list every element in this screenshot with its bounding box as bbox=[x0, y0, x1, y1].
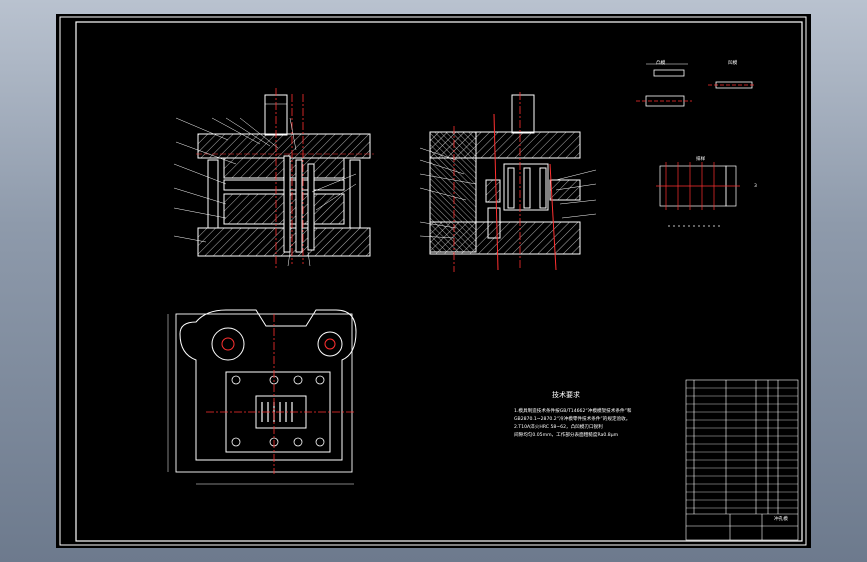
tech-requirement-line-1: 1.模具制造技术条件按GB/T14662“冲模模架技术条件”和 bbox=[514, 409, 632, 414]
view-label-punch: 凸模 bbox=[656, 61, 666, 66]
view-label-strip: 排样 bbox=[696, 157, 706, 162]
tech-requirement-line-3: 2.T10A淬火HRC 58~62，凸凹模刃口锐利 bbox=[514, 425, 603, 430]
title-block-drawing-name: 冲孔模 bbox=[774, 517, 788, 522]
plan-view bbox=[167, 309, 357, 485]
front-section-view bbox=[173, 88, 374, 268]
inner-border bbox=[75, 21, 803, 542]
side-mark: 3 bbox=[754, 184, 757, 189]
cad-drawing bbox=[59, 16, 807, 546]
tech-requirement-line-4: 间隙均匀0.05mm，工作部分表面粗糙度Ra0.8μm bbox=[514, 433, 619, 438]
drawing-canvas: 技术要求 1.模具制造技术条件按GB/T14662“冲模模架技术条件”和 GB2… bbox=[56, 14, 811, 548]
side-section-view bbox=[419, 92, 597, 272]
part-details bbox=[636, 63, 756, 107]
tech-requirement-line-2: GB2870.1~2870.2“冷冲模零件技术条件”的规定验收。 bbox=[514, 417, 631, 422]
tech-requirements-title: 技术要求 bbox=[552, 391, 580, 399]
view-label-die: 凹模 bbox=[728, 61, 738, 66]
title-block-rows bbox=[686, 387, 798, 509]
strip-layout bbox=[656, 162, 740, 227]
